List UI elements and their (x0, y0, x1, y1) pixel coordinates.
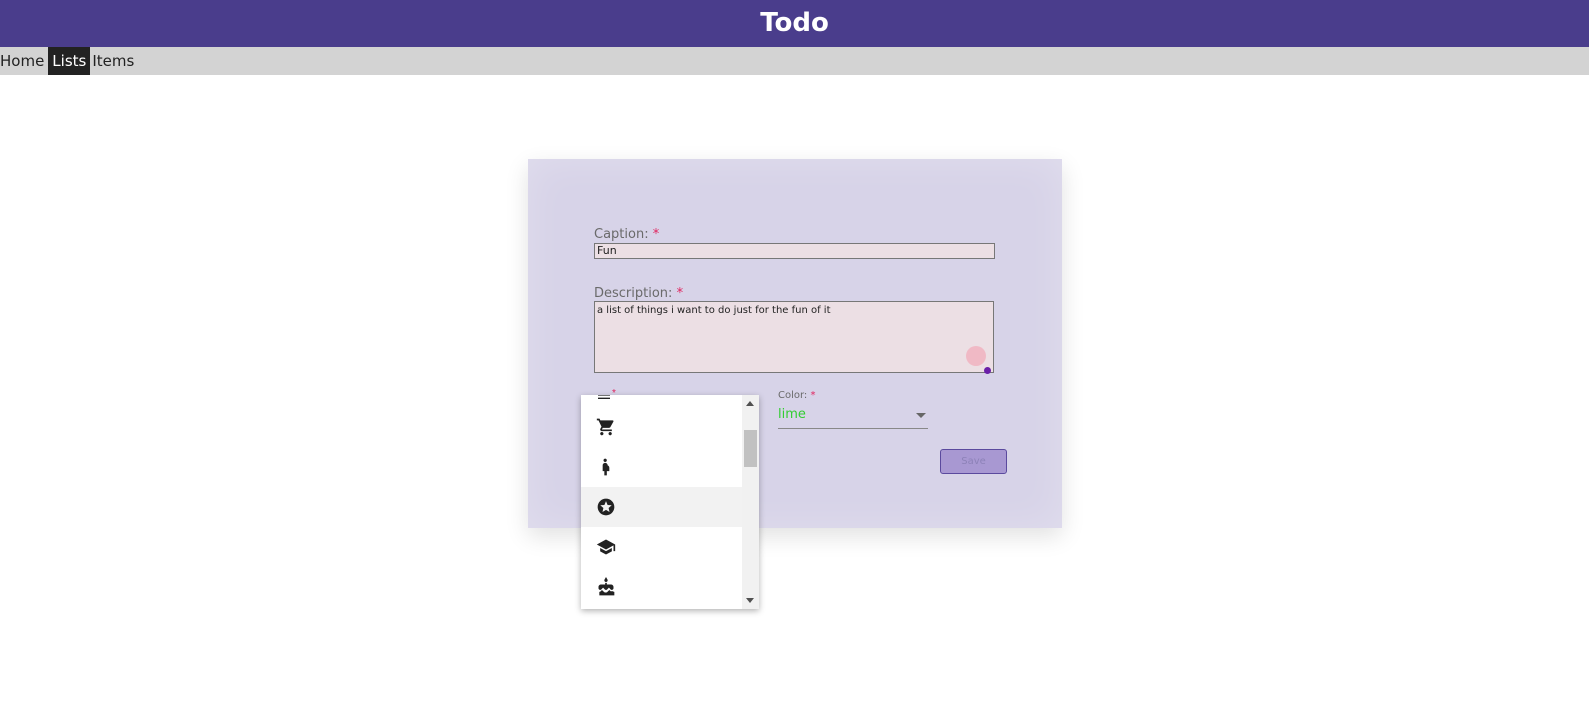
description-textarea[interactable]: a list of things i want to do just for t… (594, 301, 994, 373)
cake-icon (598, 577, 615, 596)
caption-label: Caption: * (594, 227, 660, 242)
icon-option[interactable] (581, 407, 742, 447)
caption-input[interactable]: Fun (594, 243, 995, 259)
scroll-thumb[interactable] (744, 430, 757, 467)
menu-icon (598, 395, 610, 399)
description-label: Description: * (594, 286, 684, 301)
color-select[interactable]: lime (778, 404, 928, 429)
icon-option[interactable] (581, 567, 742, 607)
resize-handle-icon[interactable] (984, 367, 991, 374)
color-label: Color: * (778, 390, 816, 401)
icon-option[interactable] (581, 447, 742, 487)
shopping-cart-icon (596, 418, 614, 436)
stars-icon (597, 498, 615, 516)
chevron-down-icon (916, 413, 926, 418)
icon-option[interactable] (581, 527, 742, 567)
nav-lists[interactable]: Lists (48, 47, 91, 75)
grammar-badge-icon[interactable] (966, 346, 986, 366)
scroll-up-arrow-icon[interactable] (746, 401, 754, 406)
nav-home[interactable]: Home (0, 47, 46, 75)
save-button[interactable]: Save (940, 449, 1007, 474)
icon-select-dropdown[interactable] (581, 395, 759, 609)
navbar: Home Lists Items (0, 47, 1589, 75)
dropdown-scrollbar[interactable] (742, 395, 759, 609)
nav-items[interactable]: Items (92, 47, 136, 75)
scroll-down-arrow-icon[interactable] (746, 598, 754, 603)
pregnant-woman-icon (602, 458, 610, 476)
icon-option-highlighted[interactable] (581, 487, 742, 527)
app-header: Todo (0, 0, 1589, 47)
color-value: lime (778, 407, 806, 422)
app-title: Todo (760, 8, 829, 38)
school-icon (596, 539, 616, 555)
